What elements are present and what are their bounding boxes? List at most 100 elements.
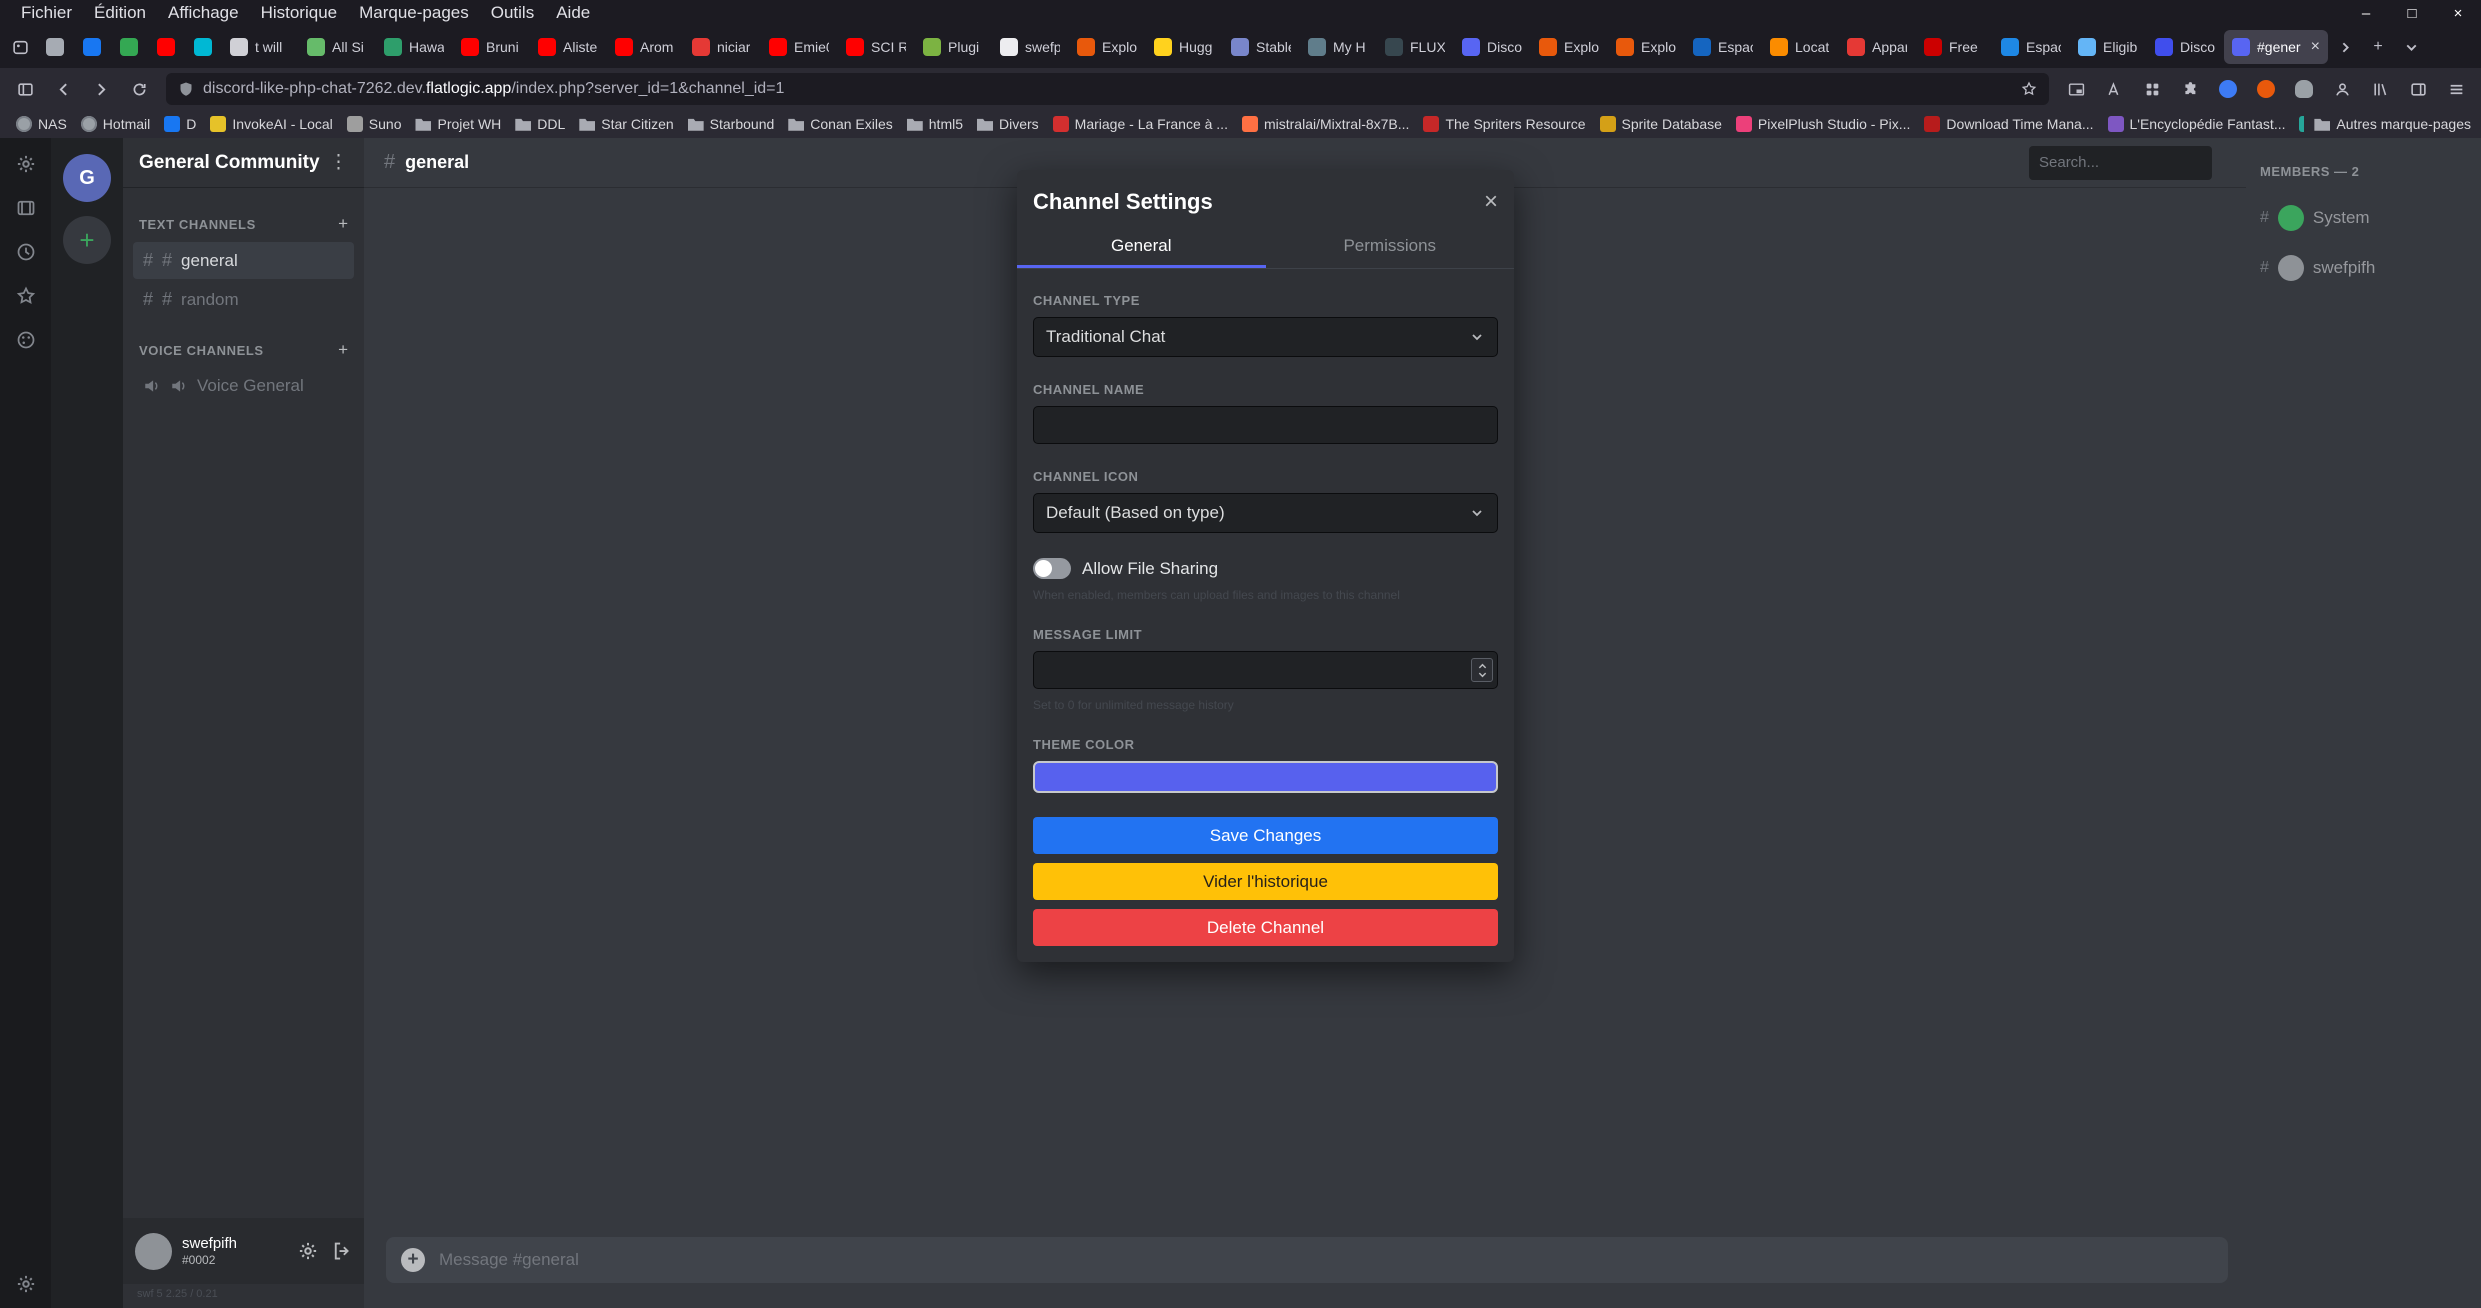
menu-item[interactable]: Historique	[250, 0, 349, 26]
translate-icon[interactable]	[2097, 74, 2131, 104]
logout-icon[interactable]	[332, 1241, 352, 1261]
browser-tab[interactable]: Arom	[607, 30, 683, 64]
settings-gear-icon[interactable]	[16, 1274, 36, 1294]
pinned-tab[interactable]	[37, 30, 73, 64]
number-spinner[interactable]	[1471, 658, 1493, 682]
address-bar[interactable]: discord-like-php-chat-7262.dev.flatlogic…	[166, 73, 2049, 105]
channel-item[interactable]: # # random	[133, 281, 354, 318]
menu-item[interactable]: Marque-pages	[348, 0, 480, 26]
browser-tab-active[interactable]: #gener ×	[2224, 30, 2328, 64]
media-icon[interactable]	[16, 198, 36, 218]
channel-type-select[interactable]: Traditional Chat	[1033, 317, 1498, 357]
delete-channel-button[interactable]: Delete Channel	[1033, 909, 1498, 946]
menu-item[interactable]: Aide	[545, 0, 601, 26]
close-window-icon[interactable]: ×	[2435, 0, 2481, 26]
bookmark-item[interactable]: Starbound	[682, 113, 781, 135]
browser-tab[interactable]: FLUX	[1377, 30, 1453, 64]
shield-icon[interactable]	[178, 81, 194, 97]
bookmark-item[interactable]: Suno	[341, 113, 408, 135]
member-item[interactable]: # System	[2260, 205, 2473, 231]
browser-tab[interactable]: Alister	[530, 30, 606, 64]
tab-close-icon[interactable]: ×	[2311, 38, 2320, 56]
bookmark-item[interactable]: PixelPlush Studio - Pix...	[1730, 113, 1917, 135]
bookmark-item[interactable]: Download Time Mana...	[1918, 113, 2099, 135]
account-icon[interactable]	[2325, 74, 2359, 104]
browser-tab[interactable]: Explo	[1531, 30, 1607, 64]
browser-tab[interactable]: t will	[222, 30, 298, 64]
extensions-puzzle-icon[interactable]	[2173, 74, 2207, 104]
maximize-icon[interactable]: □	[2389, 0, 2435, 26]
message-limit-input[interactable]	[1033, 651, 1498, 689]
minimize-icon[interactable]: –	[2343, 0, 2389, 26]
bookmark-item[interactable]: mistralai/Mixtral-8x7B...	[1236, 113, 1415, 135]
theme-color-input[interactable]	[1033, 761, 1498, 793]
star-icon[interactable]	[16, 286, 36, 306]
menu-item[interactable]: Affichage	[157, 0, 250, 26]
sidebar-toggle-icon[interactable]	[8, 74, 42, 104]
extension-orange-icon[interactable]	[2249, 74, 2283, 104]
bookmark-item[interactable]: Conan Exiles	[782, 113, 899, 135]
sidebar-panel-icon[interactable]	[2401, 74, 2435, 104]
browser-tab[interactable]: Espace ab	[1993, 30, 2069, 64]
channel-item[interactable]: # # general	[133, 242, 354, 279]
bookmark-item[interactable]: The Spriters Resource	[1417, 113, 1591, 135]
apps-grid-icon[interactable]	[2135, 74, 2169, 104]
menu-item[interactable]: Fichier	[10, 0, 83, 26]
server-header[interactable]: General Community ⋮	[123, 138, 364, 188]
browser-tab[interactable]: Hawa	[376, 30, 452, 64]
browser-tab[interactable]: Eligib	[2070, 30, 2146, 64]
member-item[interactable]: # swefpifh	[2260, 255, 2473, 281]
browser-tab[interactable]: SCI R	[838, 30, 914, 64]
bookmark-item[interactable]: L'Encyclopédie Fantast...	[2102, 113, 2292, 135]
pinned-tab[interactable]	[185, 30, 221, 64]
message-input[interactable]	[439, 1250, 2213, 1270]
settings-gear-icon[interactable]	[16, 154, 36, 174]
browser-tab[interactable]: niciar	[684, 30, 760, 64]
server-avatar[interactable]: G	[63, 154, 111, 202]
browser-tab[interactable]: All Si	[299, 30, 375, 64]
pinned-tab[interactable]	[74, 30, 110, 64]
channel-name-input[interactable]	[1033, 406, 1498, 444]
browser-tab[interactable]: Appar	[1839, 30, 1915, 64]
browser-tab[interactable]: Emie0	[761, 30, 837, 64]
browser-tab[interactable]: Hugg	[1146, 30, 1222, 64]
tab-general[interactable]: General	[1017, 228, 1266, 268]
bookmark-item[interactable]: DDL	[509, 113, 571, 135]
save-changes-button[interactable]: Save Changes	[1033, 817, 1498, 854]
add-server-button[interactable]: +	[63, 216, 111, 264]
browser-tab[interactable]: Free	[1916, 30, 1992, 64]
browser-tab[interactable]: Disco	[1454, 30, 1530, 64]
browser-tab[interactable]: My H	[1300, 30, 1376, 64]
bookmark-item[interactable]: Sprite Database	[1594, 113, 1728, 135]
browser-tab[interactable]: Plugi	[915, 30, 991, 64]
search-input[interactable]	[2029, 146, 2212, 180]
picture-in-picture-icon[interactable]	[2059, 74, 2093, 104]
user-settings-gear-icon[interactable]	[298, 1241, 318, 1261]
bookmark-item[interactable]: Mariage - La France à ...	[1047, 113, 1234, 135]
menu-hamburger-icon[interactable]	[2439, 74, 2473, 104]
tab-permissions[interactable]: Permissions	[1266, 228, 1515, 268]
extension-ghost-icon[interactable]	[2287, 74, 2321, 104]
bookmark-item[interactable]: Divers	[971, 113, 1045, 135]
browser-tab[interactable]: Explo	[1608, 30, 1684, 64]
bookmark-item[interactable]: Hotmail	[75, 113, 156, 135]
other-bookmarks[interactable]: Autres marque-pages	[2304, 116, 2471, 132]
new-tab-icon[interactable]: +	[2362, 32, 2394, 62]
browser-tab[interactable]: Espace cli	[1685, 30, 1761, 64]
firefox-view-icon[interactable]	[4, 32, 36, 62]
browser-tab[interactable]: Disco	[2147, 30, 2223, 64]
voice-channel-item[interactable]: Voice General	[133, 368, 354, 404]
browser-tab[interactable]: Stable	[1223, 30, 1299, 64]
list-tabs-icon[interactable]	[2395, 32, 2427, 62]
tab-scroll-right-icon[interactable]	[2329, 32, 2361, 62]
bookmark-item[interactable]: InvokeAI - Local	[204, 113, 338, 135]
browser-tab[interactable]: Bruni	[453, 30, 529, 64]
avatar[interactable]	[135, 1233, 172, 1270]
add-voice-channel-icon[interactable]: +	[338, 340, 348, 360]
extension-blue-icon[interactable]	[2211, 74, 2245, 104]
bookmark-item[interactable]: Projet WH	[409, 113, 507, 135]
back-icon[interactable]	[46, 74, 80, 104]
pinned-tab[interactable]	[111, 30, 147, 64]
browser-tab[interactable]: Locat	[1762, 30, 1838, 64]
bookmark-item[interactable]: html5	[901, 113, 969, 135]
